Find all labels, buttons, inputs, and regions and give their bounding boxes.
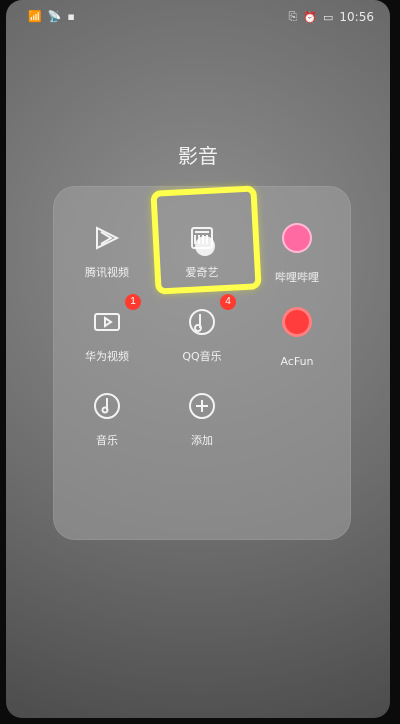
notification-badge: 1 [125, 294, 141, 310]
bilibili-icon [277, 223, 317, 263]
app-label: 音乐 [96, 434, 118, 447]
app-label: 腾讯视频 [85, 266, 129, 279]
battery-icon: ▭ [323, 10, 334, 24]
tencent-video-icon [87, 218, 127, 258]
huawei-video-icon: 1 [87, 294, 141, 342]
notification-icon: ▪ [67, 10, 75, 23]
status-time: 10:56 [339, 10, 374, 24]
app-label: 哔哩哔哩 [275, 271, 319, 284]
app-qq-music[interactable]: 4 QQ音乐 [158, 294, 246, 386]
app-huawei-video[interactable]: 1 华为视频 [63, 294, 151, 386]
signal-icon: 📶 [28, 10, 42, 23]
touch-indicator [195, 236, 215, 256]
app-bilibili[interactable]: 哔哩哔哩 [253, 218, 341, 302]
notification-badge: 4 [220, 294, 236, 310]
app-label: 华为视频 [85, 350, 129, 363]
qq-music-icon: 4 [182, 294, 236, 342]
alarm-icon: ⏰ [303, 10, 317, 24]
wifi-icon: 📡 [47, 10, 62, 23]
status-bar: 📶 📡 ▪ ⎘ ⏰ ▭ 10:56 [6, 8, 390, 28]
app-label: 添加 [191, 434, 213, 447]
status-right: ⎘ ⏰ ▭ 10:56 [288, 10, 374, 24]
app-music[interactable]: 音乐 [63, 386, 151, 470]
app-label: AcFun [280, 355, 314, 368]
acfun-icon [277, 307, 317, 347]
app-label: QQ音乐 [182, 350, 222, 363]
music-icon [87, 386, 127, 426]
app-acfun[interactable]: AcFun [253, 302, 341, 386]
nfc-icon: ⎘ [288, 10, 298, 23]
phone-screen: 📶 📡 ▪ ⎘ ⏰ ▭ 10:56 影音 腾讯视频 爱奇艺 哔哩哔哩 1 华为视… [6, 0, 390, 718]
status-left: 📶 📡 ▪ [28, 10, 75, 23]
add-icon [182, 386, 222, 426]
folder-title: 影音 [178, 144, 218, 168]
app-add[interactable]: 添加 [158, 386, 246, 470]
app-tencent-video[interactable]: 腾讯视频 [63, 218, 151, 302]
